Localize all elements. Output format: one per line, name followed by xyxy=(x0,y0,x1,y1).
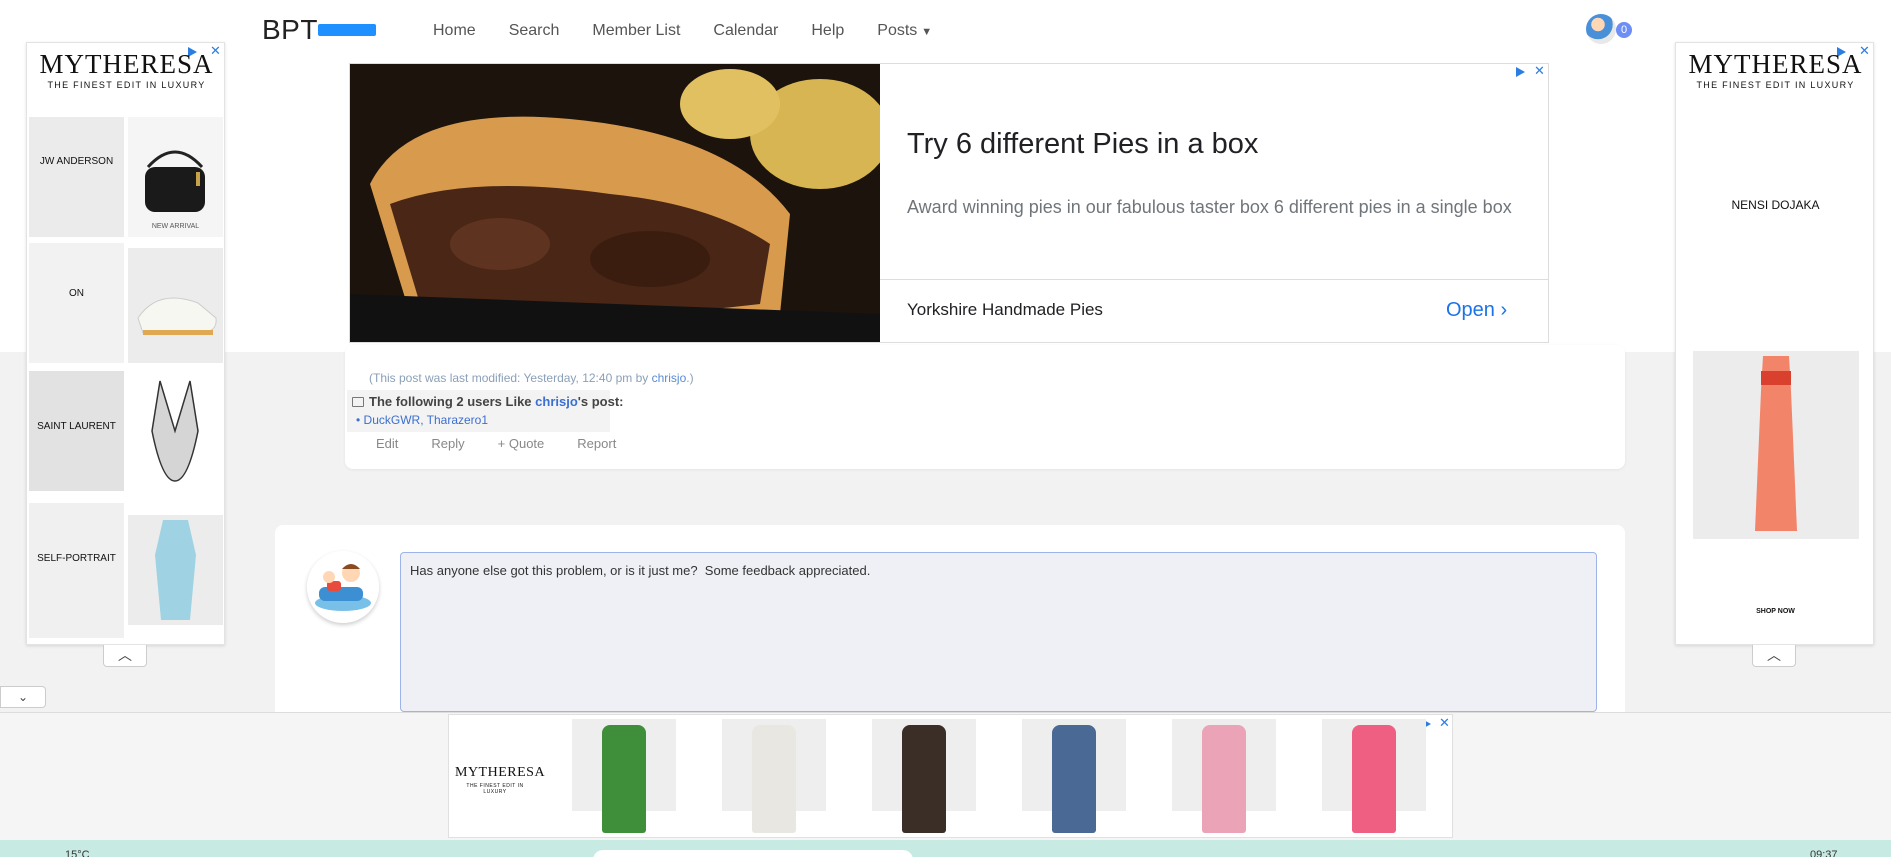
sneaker-image xyxy=(128,248,223,363)
mod-note-user-link[interactable]: chrisjo xyxy=(652,371,687,385)
product-tile[interactable] xyxy=(722,719,826,833)
nav-help[interactable]: Help xyxy=(811,22,844,40)
nav-calendar[interactable]: Calendar xyxy=(713,22,778,40)
ad-tagline: THE FINEST EDIT IN LUXURY xyxy=(466,783,524,795)
ad-tile[interactable] xyxy=(29,243,124,363)
expand-ad-button[interactable]: ︿ xyxy=(1752,645,1796,667)
chevron-down-icon: ⌄ xyxy=(17,690,29,704)
likes-user-link[interactable]: chrisjo xyxy=(535,394,578,409)
product-tile[interactable] xyxy=(872,719,976,833)
ad-description: Award winning pies in our fabulous taste… xyxy=(907,197,1512,217)
ad-open-button[interactable]: Open › xyxy=(1446,299,1507,322)
ad-tile-label: SELF-PORTRAIT xyxy=(37,553,116,564)
bodysuit-image xyxy=(128,371,223,491)
book-icon xyxy=(352,397,364,407)
likes-prefix: The following 2 users Like xyxy=(369,394,536,409)
caret-down-icon: ▼ xyxy=(921,26,933,38)
expand-ad-button[interactable]: ︿ xyxy=(103,645,147,667)
nav-search[interactable]: Search xyxy=(509,22,560,40)
close-ad-icon[interactable]: ✕ xyxy=(1534,63,1545,79)
likes-title: The following 2 users Like chrisjo's pos… xyxy=(369,394,623,409)
taskbar-search[interactable] xyxy=(593,850,913,857)
ad-open-label: Open xyxy=(1446,299,1495,321)
main-nav: Home Search Member List Calendar Help Po… xyxy=(433,22,965,40)
nav-home[interactable]: Home xyxy=(433,22,476,40)
product-tile[interactable] xyxy=(1322,719,1426,833)
product-tile[interactable] xyxy=(1172,719,1276,833)
redacted-brand-suffix xyxy=(318,24,376,36)
chevron-right-icon: › xyxy=(1500,299,1508,321)
nav-posts-label: Posts xyxy=(877,22,918,39)
post-modified-note: (This post was last modified: Yesterday,… xyxy=(369,371,694,385)
product-image xyxy=(752,725,796,833)
ad-divider xyxy=(880,279,1548,280)
likes-suffix: 's post: xyxy=(577,394,624,409)
ad-tile-sub: NEW ARRIVAL xyxy=(151,223,200,230)
product-image xyxy=(902,725,946,833)
ad-tagline: THE FINEST EDIT IN LUXURY xyxy=(1696,80,1855,90)
user-avatar[interactable] xyxy=(1586,14,1616,44)
product-image xyxy=(1202,725,1246,833)
notification-badge[interactable]: 0 xyxy=(1616,22,1632,38)
product-image xyxy=(1052,725,1096,833)
ad-tile-label: ON xyxy=(69,288,84,299)
ad-headline[interactable]: Try 6 different Pies in a box xyxy=(907,128,1258,161)
likes-users-list[interactable]: • DuckGWR, Tharazero1 xyxy=(356,413,488,427)
product-tile[interactable] xyxy=(1022,719,1126,833)
report-button[interactable]: Report xyxy=(577,436,616,451)
nav-posts-dropdown[interactable]: Posts ▼ xyxy=(877,22,932,40)
reply-button[interactable]: Reply xyxy=(431,436,464,451)
close-ad-icon[interactable]: ✕ xyxy=(1439,715,1450,731)
ad-choices-icon[interactable] xyxy=(1516,67,1525,77)
bottom-ad[interactable]: MYTHERESA THE FINEST EDIT IN LUXURY ✕ xyxy=(448,714,1453,838)
reply-textarea[interactable] xyxy=(400,552,1597,712)
quote-button[interactable]: + Quote xyxy=(498,436,545,451)
taskbar-clock[interactable]: 09:37 xyxy=(1810,849,1838,857)
os-taskbar xyxy=(0,840,1891,857)
handbag-image xyxy=(128,117,223,237)
pie-image xyxy=(350,64,880,342)
ad-tile-label: SAINT LAURENT xyxy=(37,421,116,432)
mod-note-suffix: .) xyxy=(686,371,694,385)
ad-tagline: THE FINEST EDIT IN LUXURY xyxy=(47,80,206,90)
product-tile[interactable] xyxy=(572,719,676,833)
taskbar-weather[interactable]: 15°C xyxy=(65,849,90,857)
orange-dress-image xyxy=(1693,351,1859,539)
collapse-toggle-button[interactable]: ⌄ xyxy=(0,686,46,708)
ad-logo: MYTHERESA xyxy=(1688,49,1863,79)
ad-logo: MYTHERESA xyxy=(39,49,214,79)
mod-note-prefix: (This post was last modified: Yesterday,… xyxy=(369,371,652,385)
site-logo[interactable]: BPT xyxy=(262,14,318,46)
right-side-ad[interactable]: ✕ MYTHERESA THE FINEST EDIT IN LUXURY NE… xyxy=(1675,42,1874,645)
reply-avatar xyxy=(307,551,379,623)
ad-brand-label: NENSI DOJAKA xyxy=(1731,198,1820,212)
product-image xyxy=(1352,725,1396,833)
post-actions: Edit Reply + Quote Report xyxy=(376,436,649,451)
ad-tile[interactable] xyxy=(29,117,124,237)
ad-tile-label: JW ANDERSON xyxy=(39,156,114,167)
left-side-ad[interactable]: ✕ MYTHERESA THE FINEST EDIT IN LUXURY JW… xyxy=(26,42,225,645)
chevron-up-icon: ︿ xyxy=(118,647,132,663)
ad-tile[interactable] xyxy=(29,503,124,638)
shop-now-link[interactable]: SHOP NOW xyxy=(1676,608,1875,615)
avatar-illustration xyxy=(307,551,379,623)
chevron-up-icon: ︿ xyxy=(1767,647,1781,663)
ad-logo: MYTHERESA xyxy=(455,765,546,780)
nav-member-list[interactable]: Member List xyxy=(592,22,680,40)
edit-button[interactable]: Edit xyxy=(376,436,398,451)
product-image xyxy=(602,725,646,833)
ad-advertiser: Yorkshire Handmade Pies xyxy=(907,300,1103,319)
dress-image xyxy=(128,515,223,625)
